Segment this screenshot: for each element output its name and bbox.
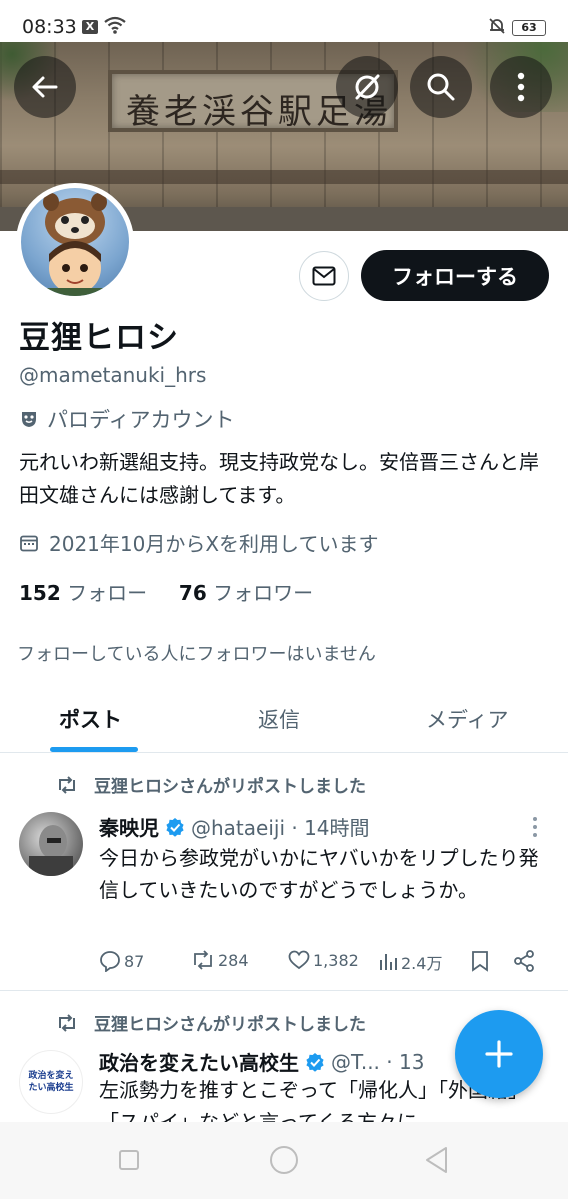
verified-badge-icon	[166, 817, 184, 837]
post-handle-time: @T... · 13	[331, 1049, 425, 1074]
share-icon	[514, 950, 534, 972]
parody-label[interactable]: パロディアカウント	[19, 404, 235, 434]
post-author-name[interactable]: 秦映児	[99, 812, 159, 841]
message-button[interactable]	[299, 251, 349, 301]
repost-text: 豆狸ヒロシさんがリポストしました	[94, 1015, 366, 1035]
bookmark-button[interactable]	[471, 950, 489, 972]
post-author-avatar[interactable]	[19, 812, 83, 876]
calendar-icon	[20, 535, 38, 551]
more-vertical-icon	[517, 72, 525, 102]
bell-muted-icon	[487, 16, 507, 40]
profile-tabs: ポスト 返信 メディア	[0, 690, 568, 753]
post-actions: 87 284 1,382 2.4万	[99, 950, 539, 976]
reply-button[interactable]: 87	[99, 950, 144, 972]
followers-label: フォロワー	[213, 581, 314, 605]
status-time: 08:33	[22, 16, 77, 38]
grok-button[interactable]	[336, 56, 398, 118]
reply-icon	[100, 951, 120, 972]
repost-indicator[interactable]: 豆狸ヒロシさんがリポストしました	[56, 772, 366, 797]
arrow-left-icon	[32, 76, 58, 98]
post-text[interactable]: 今日から参政党がいかにヤバいかをリプしたり発信していきたいのですがどうでしょうか…	[99, 842, 551, 906]
tab-media[interactable]: メディア	[426, 704, 509, 734]
no-mutual-followers-text: フォローしている人にフォロワーはいません	[17, 644, 376, 665]
parody-text: パロディアカウント	[47, 408, 235, 432]
heart-icon	[288, 950, 310, 970]
post-author-name[interactable]: 政治を変えたい高校生	[99, 1047, 299, 1076]
following-count: 152	[19, 581, 61, 605]
post-handle-time: @hataeiji · 14時間	[191, 816, 370, 840]
tab-posts[interactable]: ポスト	[59, 704, 122, 734]
more-options-button[interactable]	[490, 56, 552, 118]
avatar-text: 政治を変えたい高校生	[28, 1071, 74, 1093]
mail-icon	[312, 266, 336, 286]
repost-indicator[interactable]: 豆狸ヒロシさんがリポストしました	[56, 1010, 366, 1035]
post-header: 政治を変えたい高校生 @T... · 13	[99, 1047, 424, 1076]
following-link[interactable]: 152 フォロー	[19, 581, 147, 605]
more-vertical-icon	[533, 817, 537, 837]
joined-text: 2021年10月からXを利用しています	[49, 532, 379, 556]
parody-mask-icon	[22, 412, 36, 427]
repost-icon	[194, 950, 212, 970]
repost-button[interactable]: 284	[191, 950, 249, 970]
profile-avatar[interactable]	[16, 183, 134, 301]
like-button[interactable]: 1,382	[288, 950, 359, 970]
search-button[interactable]	[410, 56, 472, 118]
follow-counts: 152 フォロー 76 フォロワー	[19, 577, 313, 606]
views-count: 2.4万	[401, 954, 443, 973]
repost-text: 豆狸ヒロシさんがリポストしました	[94, 777, 366, 797]
follow-button[interactable]: フォローする	[361, 250, 549, 301]
followers-count: 76	[178, 581, 207, 605]
analytics-icon	[380, 954, 397, 970]
wifi-icon	[104, 16, 126, 38]
like-count: 1,382	[313, 950, 359, 970]
repost-icon	[59, 1013, 75, 1032]
verified-badge-icon	[306, 1052, 324, 1072]
post-more-button[interactable]	[532, 816, 538, 842]
recents-button[interactable]	[119, 1150, 139, 1170]
system-navigation-bar	[0, 1122, 568, 1199]
battery-indicator: 63	[512, 20, 546, 36]
post-divider	[0, 990, 568, 991]
repost-icon	[59, 775, 75, 794]
plus-icon	[485, 1040, 513, 1068]
bookmark-icon	[472, 951, 488, 972]
profile-name: 豆狸ヒロシ	[19, 320, 179, 356]
triangle-back-icon	[426, 1147, 447, 1173]
x-notification-icon: X	[82, 20, 98, 34]
status-bar: 08:33 X 63	[0, 0, 568, 42]
following-label: フォロー	[67, 581, 148, 605]
active-tab-indicator	[50, 747, 138, 752]
search-icon	[427, 73, 455, 101]
compose-post-button[interactable]	[455, 1010, 543, 1098]
profile-bio: 元れいわ新選組支持。現支持政党なし。安倍晋三さんと岸田文雄さんには感謝してます。	[19, 450, 539, 507]
post-author-avatar[interactable]: 政治を変えたい高校生	[19, 1050, 83, 1114]
views-button[interactable]: 2.4万	[378, 950, 442, 974]
joined-date: 2021年10月からXを利用しています	[19, 528, 378, 557]
repost-count: 284	[218, 950, 249, 970]
grok-icon	[355, 74, 380, 100]
profile-handle: @mametanuki_hrs	[19, 363, 207, 387]
tab-replies[interactable]: 返信	[258, 704, 300, 734]
reply-count: 87	[124, 951, 145, 971]
home-button[interactable]	[270, 1146, 298, 1174]
back-button[interactable]	[14, 56, 76, 118]
share-button[interactable]	[513, 950, 535, 972]
followers-link[interactable]: 76 フォロワー	[179, 581, 313, 605]
system-back-button[interactable]	[424, 1146, 450, 1178]
post-header: 秦映児 @hataeiji · 14時間	[99, 812, 370, 841]
